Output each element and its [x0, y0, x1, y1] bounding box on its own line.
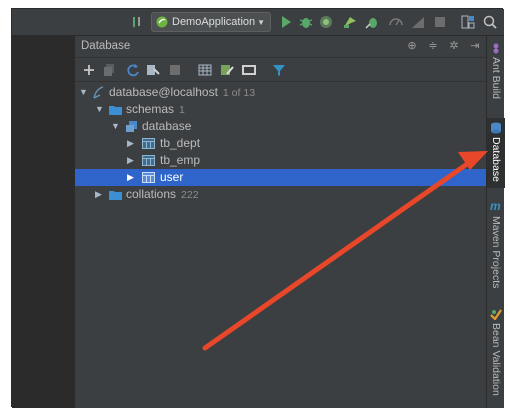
coverage-icon[interactable] — [318, 14, 334, 30]
table-icon — [141, 153, 156, 168]
tree-node-datasource[interactable]: ▼ database@localhost 1 of 13 — [75, 84, 486, 101]
profiler-gauge-icon[interactable] — [388, 14, 404, 30]
tree-node-label: schemas — [126, 102, 175, 116]
ide-window: DemoApplication ▼ Database ⊕ ≑ ✲ ⇥ ▼ dat… — [11, 8, 505, 408]
tab-label: Database — [490, 137, 502, 182]
tree-node-label: database@localhost — [109, 85, 218, 99]
right-tool-strip: Ant Build Database m Maven Projects Bean… — [486, 36, 505, 408]
target-icon[interactable]: ⊕ — [405, 39, 419, 53]
tree-node-label: tb_dept — [160, 136, 201, 150]
database-toolbar — [75, 58, 486, 82]
database-panel-header: Database ⊕ ≑ ✲ ⇥ — [75, 36, 486, 58]
edit-icon[interactable] — [219, 62, 235, 78]
filter-icon[interactable] — [271, 62, 287, 78]
collapse-arrow-icon[interactable]: ▶ — [127, 155, 134, 166]
expand-arrow-icon[interactable]: ▼ — [111, 121, 120, 131]
bean-icon — [490, 309, 502, 320]
collapse-icon[interactable]: ≑ — [426, 39, 440, 53]
tree-node-meta: 1 of 13 — [222, 87, 256, 99]
tree-node-label: collations — [126, 187, 177, 201]
tree-node-label: user — [160, 170, 184, 184]
console-icon[interactable] — [241, 62, 257, 78]
build-icon[interactable] — [130, 14, 146, 30]
table-icon — [141, 170, 156, 185]
tab-label: Bean Validation — [490, 323, 502, 396]
expand-arrow-icon[interactable]: ▼ — [79, 87, 88, 97]
folder-icon — [108, 187, 123, 202]
ant-icon — [493, 43, 499, 54]
tree-node-meta: 1 — [179, 104, 185, 116]
properties-icon[interactable] — [145, 62, 161, 78]
tab-label: Ant Build — [490, 57, 502, 100]
expand-arrow-icon[interactable]: ▼ — [95, 104, 104, 114]
table-icon — [141, 136, 156, 151]
hide-icon[interactable]: ⇥ — [468, 39, 482, 53]
tree-node-label: tb_emp — [160, 153, 201, 167]
search-icon[interactable] — [482, 14, 498, 30]
tree-node-table[interactable]: ▶ tb_dept — [75, 135, 486, 152]
tree-node-label: database — [142, 119, 192, 133]
collapse-arrow-icon[interactable]: ▶ — [127, 138, 134, 149]
tree-node-meta: 222 — [181, 189, 199, 201]
panel-title: Database — [81, 40, 131, 52]
copy-icon[interactable] — [101, 62, 117, 78]
tab-ant-build[interactable]: Ant Build — [487, 40, 505, 108]
tab-maven-projects[interactable]: m Maven Projects — [487, 198, 505, 298]
tab-label: Maven Projects — [490, 216, 502, 289]
datasource-icon — [91, 85, 106, 100]
stop-icon[interactable] — [167, 62, 183, 78]
tree-node-collations[interactable]: ▶ collations 222 — [75, 186, 486, 203]
project-structure-icon[interactable] — [460, 14, 476, 30]
run-configuration-label: DemoApplication — [172, 16, 256, 28]
run-icon[interactable] — [278, 14, 294, 30]
run-configuration-selector[interactable]: DemoApplication ▼ — [151, 12, 271, 32]
collapse-arrow-icon[interactable]: ▶ — [127, 172, 134, 183]
database-tool-window: Database ⊕ ≑ ✲ ⇥ ▼ database@localhost 1 … — [75, 36, 486, 408]
tree-node-schemas[interactable]: ▼ schemas 1 — [75, 101, 486, 118]
maven-icon: m — [490, 199, 501, 213]
attach-debugger-icon[interactable] — [364, 14, 380, 30]
tree-node-table-selected[interactable]: ▶ user — [75, 169, 486, 186]
database-icon — [491, 122, 501, 134]
tree-node-table[interactable]: ▶ tb_emp — [75, 152, 486, 169]
collapse-arrow-icon[interactable]: ▶ — [95, 189, 102, 200]
tab-bean-validation[interactable]: Bean Validation — [487, 306, 505, 406]
folder-icon — [108, 102, 123, 117]
refresh-icon[interactable] — [125, 62, 141, 78]
spring-boot-icon — [156, 16, 168, 28]
profile-icon[interactable] — [342, 14, 358, 30]
add-icon[interactable] — [81, 62, 97, 78]
stop-icon[interactable] — [432, 14, 448, 30]
debug-icon[interactable] — [298, 14, 314, 30]
gear-icon[interactable]: ✲ — [447, 39, 461, 53]
table-icon[interactable] — [197, 62, 213, 78]
build-artifacts-icon[interactable] — [410, 14, 426, 30]
tree-node-schema-database[interactable]: ▼ database — [75, 118, 486, 135]
schema-icon — [124, 119, 139, 134]
editor-area — [12, 36, 75, 408]
tab-database[interactable]: Database — [487, 118, 505, 188]
main-toolbar: DemoApplication ▼ — [12, 9, 504, 36]
chevron-down-icon: ▼ — [257, 17, 265, 27]
